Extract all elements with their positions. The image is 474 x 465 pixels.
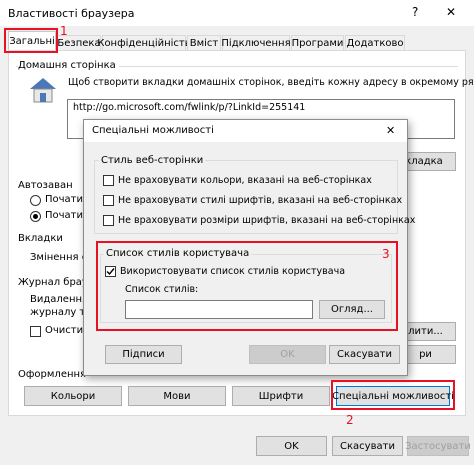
ok-button[interactable]: OK	[256, 436, 327, 456]
dialog-cancel-button[interactable]: Скасувати	[329, 345, 400, 364]
tabs-settings-button[interactable]: Змінення спо	[28, 248, 100, 267]
home-page-heading: Домашня сторінка	[18, 60, 119, 71]
ignore-font-sizes-label: Не враховувати розміри шрифтів, вказані …	[118, 215, 416, 226]
ignore-font-sizes-checkbox[interactable]	[103, 215, 114, 226]
annotation-number-1: 1	[60, 24, 68, 38]
startup-heading: Автозаван	[18, 180, 73, 191]
tab-connections[interactable]: Підключення	[221, 35, 291, 50]
languages-button[interactable]: Мови	[128, 386, 226, 406]
home-page-description: Щоб створити вкладки домашніх сторінок, …	[68, 77, 474, 88]
annotation-number-3: 3	[382, 247, 390, 261]
dialog-ok-button[interactable]: OK	[249, 345, 326, 364]
tab-privacy[interactable]: Конфіденційність	[97, 35, 191, 50]
annotation-box-2	[331, 380, 455, 410]
window-title: Властивості браузера	[8, 7, 135, 20]
apply-button[interactable]: Застосувати	[405, 436, 471, 456]
page-style-heading: Стиль веб-сторінки	[99, 155, 206, 166]
startup-option-1-radio[interactable]	[30, 195, 41, 206]
dialog-title: Спеціальні можливості	[92, 125, 214, 136]
clear-on-exit-checkbox[interactable]	[30, 326, 41, 337]
colors-button[interactable]: Кольори	[24, 386, 122, 406]
close-button[interactable]: ✕	[446, 5, 456, 19]
fonts-button[interactable]: Шрифти	[232, 386, 330, 406]
ignore-colors-checkbox[interactable]	[103, 175, 114, 186]
ignore-font-styles-label: Не враховувати стилі шрифтів, вказані на…	[118, 195, 403, 206]
ignore-colors-label: Не враховувати кольори, вказані на веб-с…	[118, 175, 372, 186]
dialog-close-button[interactable]: ✕	[386, 124, 395, 137]
appearance-heading: Оформлення	[18, 369, 87, 380]
startup-option-2-radio[interactable]	[30, 211, 41, 222]
annotation-box-1	[4, 28, 58, 53]
tab-content[interactable]: Вміст	[187, 35, 221, 50]
tab-advanced[interactable]: Додатково	[345, 35, 405, 50]
cancel-button[interactable]: Скасувати	[332, 436, 403, 456]
house-icon	[28, 76, 58, 104]
annotation-number-2: 2	[346, 413, 354, 427]
tab-programs[interactable]: Програми	[291, 35, 344, 50]
dialog-title-bar: Спеціальні можливості ✕	[84, 120, 407, 142]
annotation-box-3	[96, 241, 398, 331]
help-button[interactable]: ?	[412, 5, 418, 19]
tabs-heading: Вкладки	[18, 233, 63, 244]
ignore-font-styles-checkbox[interactable]	[103, 195, 114, 206]
title-bar: Властивості браузера ? ✕	[0, 0, 474, 26]
captions-button[interactable]: Підписи	[105, 345, 182, 364]
